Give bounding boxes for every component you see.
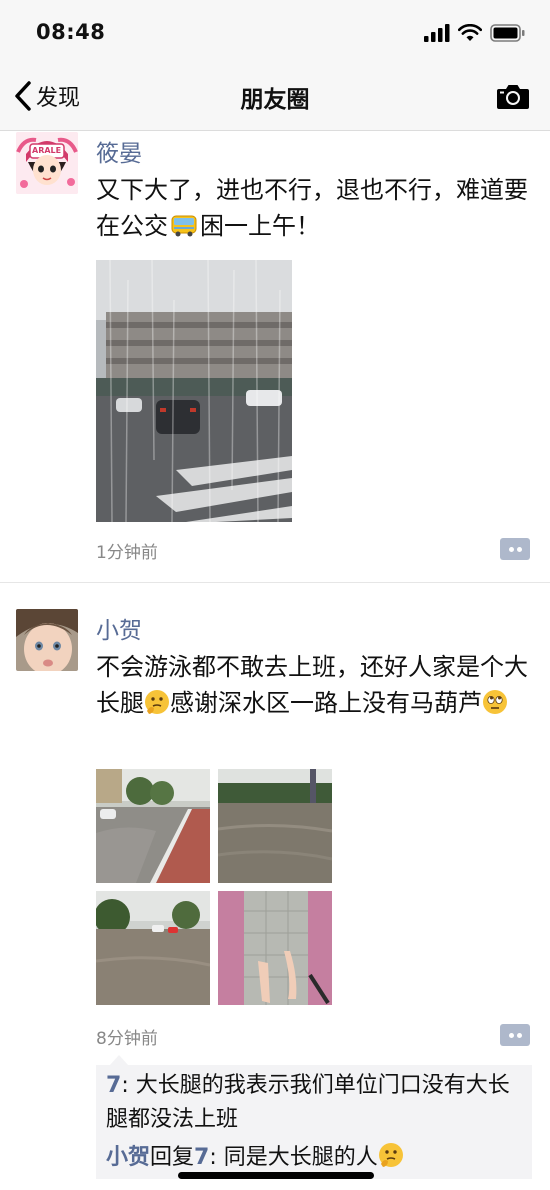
avatar[interactable]: ARALE <box>16 132 78 194</box>
thinking-face-emoji <box>145 690 169 714</box>
author-name[interactable]: 筱晏 <box>96 134 142 168</box>
avatar-badge-text: ARALE <box>32 146 62 155</box>
cartoon-girl-avatar-image <box>16 132 78 194</box>
comment-reply-target[interactable]: 7 <box>194 1145 209 1170</box>
comment-reply-word: 回复 <box>150 1145 195 1170</box>
rainy-bus-window-photo <box>96 260 292 522</box>
comment-text: 大长腿的我表示我们单位门口没有大长腿都没法上班 <box>106 1073 510 1132</box>
more-actions-button[interactable] <box>500 538 530 560</box>
signal-icon <box>424 24 450 42</box>
flooded-road-trees-photo <box>96 891 210 1005</box>
bus-emoji <box>171 215 197 237</box>
post-text-part: 感谢深水区一路上没有马葫芦 <box>170 689 482 717</box>
post-photo[interactable] <box>96 769 210 883</box>
avatar[interactable] <box>16 609 78 671</box>
comment-text: 同是大长腿的人 <box>223 1145 378 1170</box>
wifi-icon <box>458 24 482 41</box>
comment-user[interactable]: 7 <box>106 1073 121 1098</box>
home-indicator[interactable] <box>178 1172 374 1179</box>
rolling-eyes-emoji <box>483 690 507 714</box>
more-actions-button[interactable] <box>500 1024 530 1046</box>
author-name[interactable]: 小贺 <box>96 611 142 645</box>
post-photo[interactable] <box>96 891 210 1005</box>
post-text: 不会游泳都不敢去上班，还好人家是个大长腿 感谢深水区一路上没有马葫芦 <box>96 649 532 721</box>
post-photo[interactable] <box>218 891 332 1005</box>
child-face-avatar-image <box>16 609 78 671</box>
status-bar: 08:48 <box>0 0 550 62</box>
moment-post: ARALE 筱晏 又下大了，进也不行，退也不行，难道要在公交 困一上午！ 1分钟… <box>0 130 550 582</box>
page-title: 朋友圈 <box>240 87 310 113</box>
camera-icon[interactable] <box>496 82 530 110</box>
post-photo[interactable] <box>218 769 332 883</box>
comment-item[interactable]: 7: 大长腿的我表示我们单位门口没有大长腿都没法上班 <box>96 1069 532 1137</box>
post-text-part: 困一上午！ <box>200 212 320 240</box>
comment-separator: : <box>209 1145 224 1170</box>
comment-user[interactable]: 小贺 <box>106 1145 150 1170</box>
comment-item[interactable]: 小贺回复7: 同是大长腿的人 <box>96 1141 532 1175</box>
post-text: 又下大了，进也不行，退也不行，难道要在公交 困一上午！ <box>96 172 532 244</box>
status-time: 08:48 <box>36 20 106 44</box>
feet-in-water-photo <box>218 891 332 1005</box>
nav-bar: 发现 朋友圈 <box>0 62 550 131</box>
comment-separator: : <box>121 1073 136 1098</box>
post-time: 1分钟前 <box>96 543 158 563</box>
comment-list: 7: 大长腿的我表示我们单位门口没有大长腿都没法上班 小贺回复7: 同是大长腿的… <box>96 1055 532 1179</box>
moment-post: 小贺 不会游泳都不敢去上班，还好人家是个大长腿 感谢深水区一路上没有马葫芦 8分… <box>0 583 550 1183</box>
battery-icon <box>490 24 525 42</box>
thinking-face-emoji <box>378 1143 403 1167</box>
post-time: 8分钟前 <box>96 1029 158 1049</box>
post-photo[interactable] <box>96 260 292 522</box>
flooded-street-photo <box>218 769 332 883</box>
status-icons <box>424 22 526 44</box>
flooded-road-photo <box>96 769 210 883</box>
